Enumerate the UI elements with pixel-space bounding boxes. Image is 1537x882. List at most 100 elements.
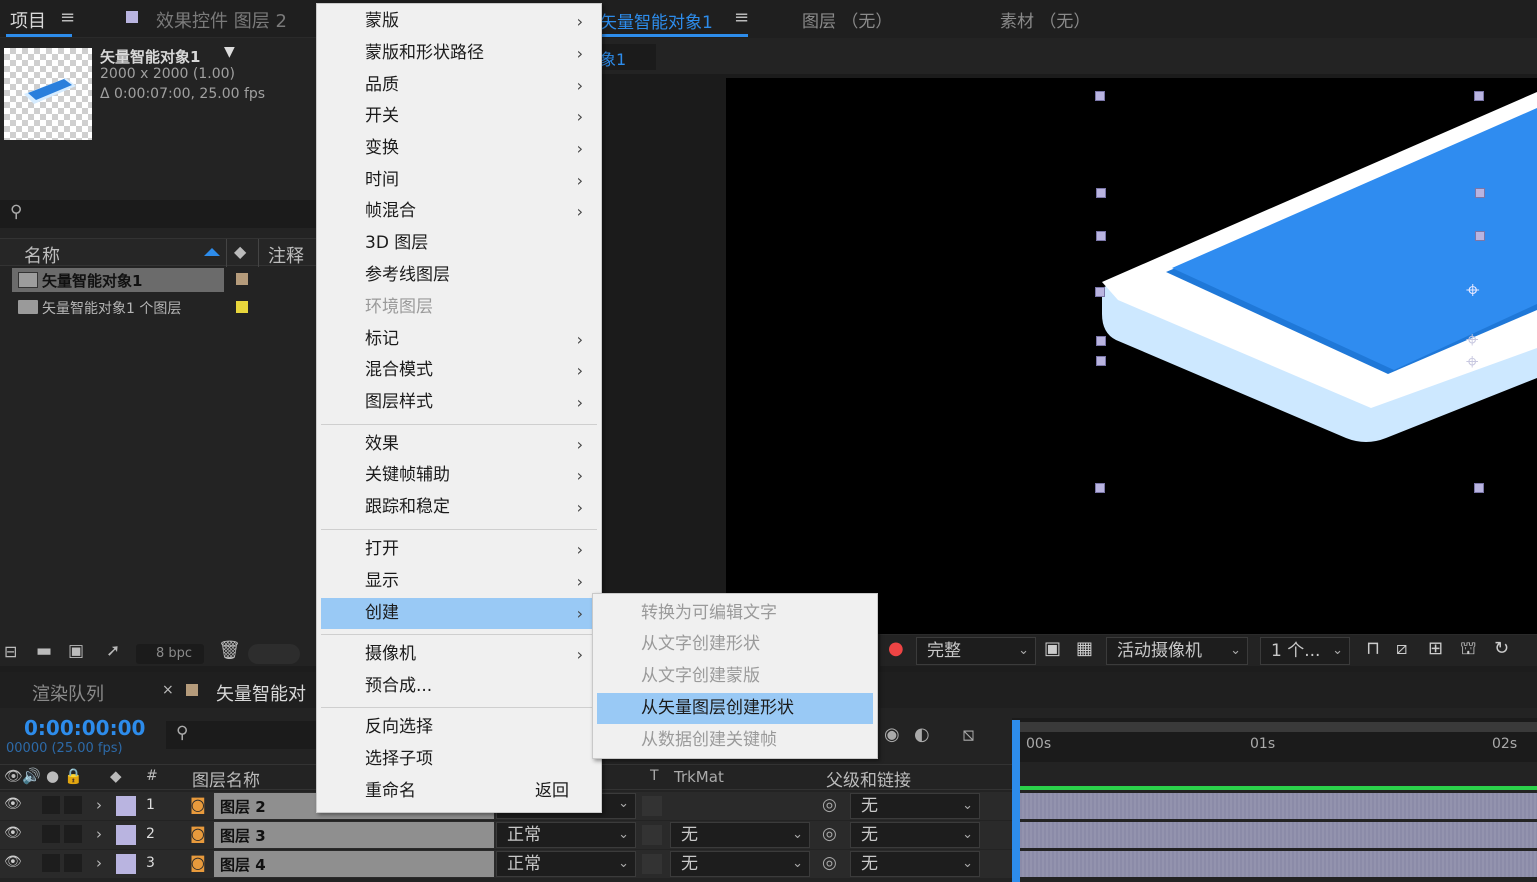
menu-item-layer-styles[interactable]: 图层样式 › <box>321 387 597 418</box>
eye-icon[interactable]: 👁 <box>4 796 22 812</box>
transform-handle[interactable] <box>1474 483 1484 493</box>
col-parent[interactable]: 父级和链接 <box>826 766 911 791</box>
lock-toggle[interactable] <box>64 854 82 872</box>
audio-icon[interactable]: 🔊 <box>22 767 41 785</box>
layer-duration-bar[interactable] <box>1020 793 1537 819</box>
anchor-point-icon[interactable]: ⌖ <box>1466 276 1480 304</box>
channels-icon[interactable]: ● <box>888 638 904 659</box>
eye-icon[interactable]: 👁 <box>4 767 23 785</box>
solo-toggle[interactable] <box>42 854 60 872</box>
playhead[interactable] <box>1012 720 1020 882</box>
menu-item-effect[interactable]: 效果 › <box>321 429 597 460</box>
timecode[interactable]: 0:00:00:00 <box>24 716 145 740</box>
timeline-search[interactable]: ⚲ <box>166 721 316 749</box>
pick-whip-icon[interactable]: ◎ <box>822 853 837 873</box>
menu-item-mask-shape-path[interactable]: 蒙版和形状路径 › <box>321 38 597 69</box>
tab-effects-controls[interactable]: 效果控件 图层 2 <box>156 7 287 33</box>
project-search[interactable]: ⚲ <box>0 200 316 228</box>
interpret-footage-icon[interactable]: ⊟ <box>4 642 17 661</box>
menu-item-keyframe-assistant[interactable]: 关键帧辅助 › <box>321 460 597 491</box>
solo-icon[interactable]: ● <box>46 767 59 785</box>
chevron-right-icon[interactable]: › <box>96 825 102 843</box>
lock-toggle[interactable] <box>64 825 82 843</box>
camera-dropdown[interactable]: 活动摄像机 ⌄ <box>1106 637 1248 665</box>
lock-icon[interactable]: 🔒 <box>64 767 83 785</box>
eye-icon[interactable]: 👁 <box>4 825 22 841</box>
hamburger-icon[interactable]: ≡ <box>734 7 749 28</box>
new-composition-icon[interactable]: ▣ <box>68 641 84 661</box>
preserve-transparency-toggle[interactable] <box>642 796 662 816</box>
lock-toggle[interactable] <box>64 796 82 814</box>
layer-name-cell[interactable]: 图层 4 <box>214 851 494 877</box>
time-ruler[interactable]: 00s 01s 02s <box>1012 718 1537 762</box>
fast-preview-icon[interactable]: ⧄ <box>1396 638 1407 659</box>
chevron-right-icon[interactable]: › <box>96 796 102 814</box>
transform-handle[interactable] <box>1095 287 1105 297</box>
close-icon[interactable]: × <box>162 682 174 698</box>
menu-item-markers[interactable]: 标记 › <box>321 324 597 355</box>
menu-item-frame-blending[interactable]: 帧混合 › <box>321 196 597 227</box>
hamburger-icon[interactable]: ≡ <box>60 7 75 28</box>
menu-item-camera[interactable]: 摄像机 › <box>321 639 597 670</box>
menu-item-open[interactable]: 打开 › <box>321 534 597 565</box>
transform-handle[interactable] <box>1474 91 1484 101</box>
pick-whip-icon[interactable]: ◎ <box>822 795 837 815</box>
col-comment[interactable]: 注释 <box>268 242 304 268</box>
transform-handle[interactable] <box>1096 231 1106 241</box>
graph-editor-icon[interactable]: ⧅ <box>962 722 975 746</box>
menu-item-track-stabilize[interactable]: 跟踪和稳定 › <box>321 492 597 523</box>
transform-handle[interactable] <box>1095 483 1105 493</box>
layer-label-swatch[interactable] <box>116 854 136 874</box>
label-swatch[interactable] <box>236 301 248 313</box>
mode-dropdown[interactable]: 正常 ⌄ <box>496 822 636 848</box>
views-dropdown[interactable]: 1 个... ⌄ <box>1260 637 1350 665</box>
pick-whip-icon[interactable]: ◎ <box>822 824 837 844</box>
menu-item-blending-mode[interactable]: 混合模式 › <box>321 355 597 386</box>
scroll-thumb[interactable] <box>248 644 300 664</box>
preserve-transparency-toggle[interactable] <box>642 825 662 845</box>
solo-toggle[interactable] <box>42 825 60 843</box>
project-row-selected[interactable]: 矢量智能对象1 <box>12 268 224 292</box>
sort-ascending-icon[interactable] <box>204 248 220 256</box>
label-tag-icon[interactable]: ◆ <box>110 767 122 785</box>
parent-dropdown[interactable]: 无 ⌄ <box>850 851 980 877</box>
solo-toggle[interactable] <box>42 796 60 814</box>
tab-render-queue[interactable]: 渲染队列 <box>32 680 104 706</box>
menu-item-3d-layer[interactable]: 3D 图层 <box>321 228 597 259</box>
menu-item-rename[interactable]: 重命名 返回 <box>321 776 597 807</box>
label-swatch[interactable] <box>236 273 248 285</box>
label-tag-icon[interactable]: ◆ <box>234 242 246 261</box>
trkmat-dropdown[interactable]: 无 ⌄ <box>670 822 810 848</box>
layer-row[interactable]: 👁 › 3 ◙ 图层 4 正常 ⌄ 无 ⌄ ◎ 无 ⌄ <box>0 850 1012 878</box>
submenu-item-create-shapes-from-vector-layer[interactable]: 从矢量图层创建形状 <box>597 693 873 724</box>
eye-icon[interactable]: 👁 <box>4 854 22 870</box>
new-folder-icon[interactable]: ▬ <box>36 641 52 661</box>
mode-dropdown[interactable]: 正常 ⌄ <box>496 851 636 877</box>
parent-dropdown[interactable]: 无 ⌄ <box>850 822 980 848</box>
layer-label-swatch[interactable] <box>116 796 136 816</box>
menu-item-time[interactable]: 时间 › <box>321 165 597 196</box>
col-trkmat[interactable]: TrkMat <box>674 768 724 786</box>
transparency-grid-icon[interactable]: ▦ <box>1076 638 1093 659</box>
menu-item-select-children[interactable]: 选择子项 <box>321 744 597 775</box>
flowchart-icon[interactable]: ⛫ <box>1460 638 1477 662</box>
col-name[interactable]: 名称 <box>24 242 60 268</box>
tab-project[interactable]: 项目 <box>10 7 46 33</box>
transform-handle[interactable] <box>1095 91 1105 101</box>
transform-handle[interactable] <box>1096 188 1106 198</box>
layer-row[interactable]: 👁 › 2 ◙ 图层 3 正常 ⌄ 无 ⌄ ◎ 无 ⌄ <box>0 821 1012 849</box>
transform-handle[interactable] <box>1475 231 1485 241</box>
layer-name-cell[interactable]: 图层 3 <box>214 822 494 848</box>
composition-canvas[interactable]: ⌖ ⌖ ⌖ <box>726 78 1537 634</box>
menu-item-guide-layer[interactable]: 参考线图层 <box>321 260 597 291</box>
menu-item-quality[interactable]: 品质 › <box>321 70 597 101</box>
toggle-pixel-aspect-icon[interactable]: ⊓ <box>1366 638 1380 659</box>
menu-item-mask[interactable]: 蒙版 › <box>321 6 597 37</box>
tab-layer[interactable]: 图层 （无） <box>802 7 892 32</box>
layer-duration-bar[interactable] <box>1020 851 1537 877</box>
render-icon[interactable]: ➚ <box>106 641 120 661</box>
tab-composition[interactable]: 矢量智能对象1 <box>600 8 713 33</box>
trkmat-dropdown[interactable]: 无 ⌄ <box>670 851 810 877</box>
reset-exposure-icon[interactable]: ↻ <box>1494 638 1509 659</box>
anchor-point-icon[interactable]: ⌖ <box>1466 350 1478 375</box>
